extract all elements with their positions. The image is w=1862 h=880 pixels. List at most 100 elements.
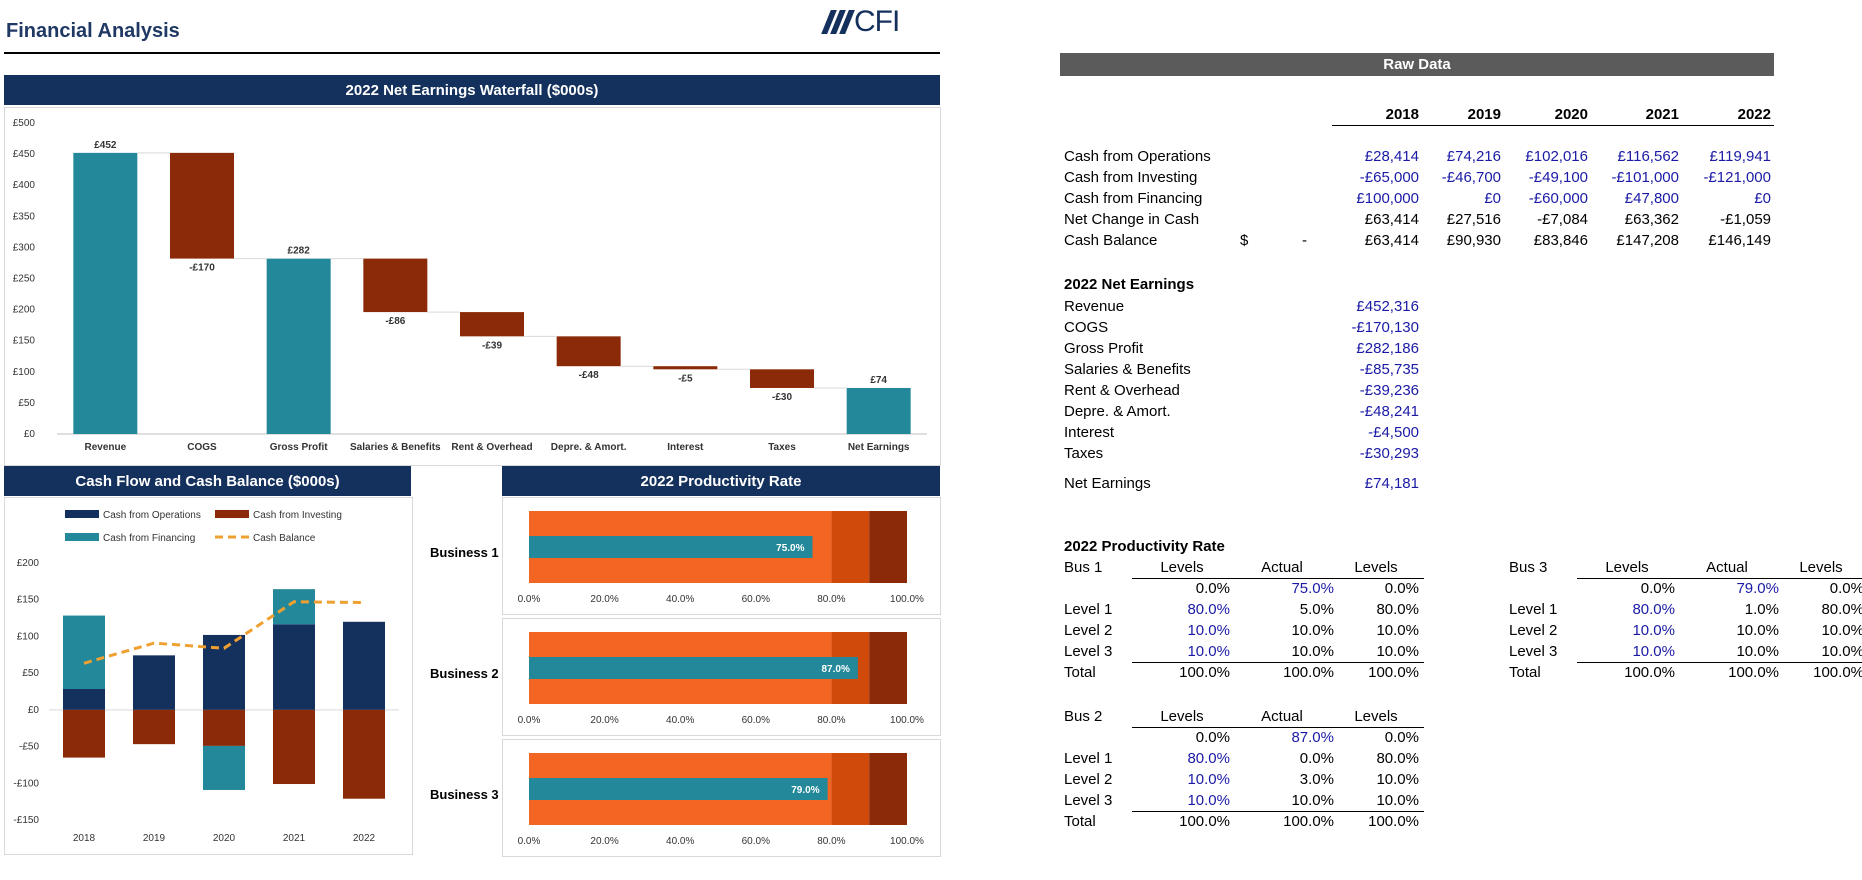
year-header-underline <box>1332 125 1774 126</box>
cell-value: -£121,000 <box>1703 169 1771 186</box>
x-tick-label: Gross Profit <box>270 442 328 453</box>
productivity-chart: 87.0% 0.0% 20.0% 40.0% 60.0% 80.0% 100.0% <box>518 632 924 726</box>
row-label: Level 3 <box>1509 643 1558 660</box>
x-tick-label: Revenue <box>84 442 126 453</box>
x-tick-label: 20.0% <box>590 836 618 847</box>
row-label: Taxes <box>1064 445 1104 462</box>
value-label: 79.0% <box>791 785 819 796</box>
x-tick-label: 2021 <box>283 833 306 844</box>
legend-label: Cash from Investing <box>253 510 342 521</box>
y-tick-label: £150 <box>13 336 36 347</box>
cfi-logo: CFI <box>821 2 900 42</box>
data-label: -£39 <box>482 340 502 351</box>
cell-value: £83,846 <box>1533 232 1588 249</box>
title-divider <box>4 52 940 54</box>
cell-value: -£49,100 <box>1528 169 1588 186</box>
waterfall-bar <box>266 258 331 434</box>
cell-value: 80.0% <box>1376 601 1419 618</box>
business-label: Business 3 <box>430 787 499 802</box>
row-label: Revenue <box>1064 298 1125 315</box>
table-underline <box>1577 662 1862 663</box>
y-tick-label: £250 <box>13 274 36 285</box>
cashflow-bar <box>273 709 315 785</box>
x-tick-label: 100.0% <box>890 715 924 726</box>
row-label: COGS <box>1064 319 1109 336</box>
x-tick-label: 100.0% <box>890 836 924 847</box>
cell-value: 100.0% <box>1624 664 1675 681</box>
productivity-chart-panel: 87.0% 0.0% 20.0% 40.0% 60.0% 80.0% 100.0% <box>502 618 941 736</box>
row-label: Level 3 <box>1064 643 1113 660</box>
waterfall-bar <box>170 152 234 259</box>
y-tick-label: £150 <box>17 595 40 606</box>
legend-swatch <box>65 510 99 518</box>
x-tick-label: Rent & Overhead <box>451 442 532 453</box>
row-label: Level 3 <box>1064 792 1113 809</box>
cell-value: 0.0% <box>1829 580 1862 597</box>
cell-value: 10.0% <box>1376 771 1419 788</box>
data-label: -£170 <box>189 263 215 274</box>
waterfall-bar <box>460 312 524 337</box>
x-tick-label: 2022 <box>353 833 376 844</box>
cell-value: 10.0% <box>1187 771 1230 788</box>
x-tick-label: Net Earnings <box>848 442 910 453</box>
logo-text: CFI <box>854 5 900 38</box>
row-label: Salaries & Benefits <box>1064 361 1191 378</box>
row-label: Level 2 <box>1064 622 1113 639</box>
waterfall-bar <box>653 366 718 370</box>
x-tick-label: 100.0% <box>890 594 924 605</box>
y-tick-label: £400 <box>13 180 36 191</box>
x-tick-label: 80.0% <box>817 715 845 726</box>
range-band <box>869 511 907 583</box>
cell-value: 0.0% <box>1640 580 1675 597</box>
cell-value: -£1,059 <box>1720 211 1771 228</box>
row-label: Depre. & Amort. <box>1064 403 1171 420</box>
cell-value: 80.0% <box>1187 750 1230 767</box>
range-band <box>869 632 907 704</box>
cell-value: 10.0% <box>1632 622 1675 639</box>
cell-value: 100.0% <box>1368 664 1419 681</box>
x-tick-label: 0.0% <box>518 594 541 605</box>
raw-data-banner: Raw Data <box>1060 53 1774 76</box>
x-tick-label: 60.0% <box>742 594 770 605</box>
business-label: Business 1 <box>430 545 499 560</box>
year-header: 2021 <box>1645 106 1679 123</box>
cell-value: 80.0% <box>1632 601 1675 618</box>
cell-value: £116,562 <box>1617 148 1679 165</box>
cell-value: 10.0% <box>1821 622 1862 639</box>
row-label: Level 1 <box>1064 750 1113 767</box>
productivity-chart-panel: 75.0% 0.0% 20.0% 40.0% 60.0% 80.0% 100.0% <box>502 497 941 615</box>
y-tick-label: -£150 <box>13 815 39 826</box>
x-tick-label: 60.0% <box>742 836 770 847</box>
cell-value: 10.0% <box>1821 643 1862 660</box>
table-underline <box>1132 662 1424 663</box>
cell-value: £74,216 <box>1446 148 1501 165</box>
cell-value: - <box>1302 232 1307 249</box>
column-header: Levels <box>1160 708 1204 725</box>
section-title: 2022 Net Earnings <box>1064 276 1195 293</box>
value-label: 87.0% <box>822 664 850 675</box>
bus-name: Bus 3 <box>1509 559 1548 576</box>
cell-value: £0 <box>1754 190 1771 207</box>
cell-value: -£39,236 <box>1359 382 1419 399</box>
y-tick-label: £50 <box>22 668 39 679</box>
waterfall-bar <box>363 258 428 313</box>
cell-value: 80.0% <box>1187 601 1230 618</box>
productivity-chart: 75.0% 0.0% 20.0% 40.0% 60.0% 80.0% 100.0% <box>518 511 924 605</box>
row-label: Level 1 <box>1064 601 1113 618</box>
y-tick-label: -£100 <box>13 778 39 789</box>
x-tick-label: Interest <box>667 442 704 453</box>
cell-value: $ <box>1240 232 1249 249</box>
cell-value: £102,016 <box>1525 148 1588 165</box>
y-tick-label: £500 <box>13 118 36 129</box>
column-header: Levels <box>1605 559 1649 576</box>
column-header: Actual <box>1261 708 1303 725</box>
cell-value: 100.0% <box>1368 813 1419 830</box>
waterfall-bar <box>73 152 138 434</box>
x-tick-label: Depre. & Amort. <box>551 442 627 453</box>
x-tick-label: 0.0% <box>518 715 541 726</box>
productivity-chart: 79.0% 0.0% 20.0% 40.0% 60.0% 80.0% 100.0% <box>518 753 924 847</box>
column-header: Levels <box>1160 559 1204 576</box>
actual-bar <box>529 657 858 679</box>
data-label: -£5 <box>678 373 693 384</box>
y-tick-label: £450 <box>13 149 36 160</box>
